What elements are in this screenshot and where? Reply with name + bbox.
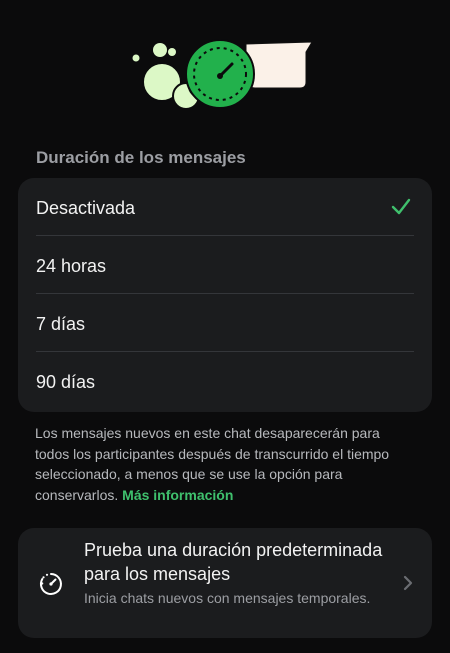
option-label: 90 días bbox=[36, 372, 96, 392]
timer-icon bbox=[38, 571, 64, 597]
option-row-7-days[interactable]: 7 días bbox=[18, 294, 432, 352]
section-title: Duración de los mensajes bbox=[36, 148, 246, 167]
description: Los mensajes nuevos en este chat desapar… bbox=[35, 423, 407, 505]
option-label: 7 días bbox=[36, 314, 86, 334]
default-duration-promo-card[interactable]: Prueba una duración predeterminada para … bbox=[18, 528, 432, 638]
check-icon bbox=[390, 196, 412, 218]
promo-subtitle: Inicia chats nuevos con mensajes tempora… bbox=[84, 590, 371, 606]
disappearing-messages-illustration bbox=[120, 30, 320, 120]
option-row-off[interactable]: Desactivada bbox=[18, 178, 432, 236]
more-info-link[interactable]: Más información bbox=[122, 487, 233, 503]
chevron-right-icon bbox=[402, 574, 414, 592]
option-row-24-hours[interactable]: 24 horas bbox=[18, 236, 432, 294]
promo-title: Prueba una duración predeterminada para … bbox=[84, 540, 383, 584]
option-label: Desactivada bbox=[36, 198, 136, 218]
option-row-90-days[interactable]: 90 días bbox=[18, 352, 432, 412]
duration-options-card: Desactivada 24 horas 7 días 90 días bbox=[18, 178, 432, 412]
option-label: 24 horas bbox=[36, 256, 107, 276]
